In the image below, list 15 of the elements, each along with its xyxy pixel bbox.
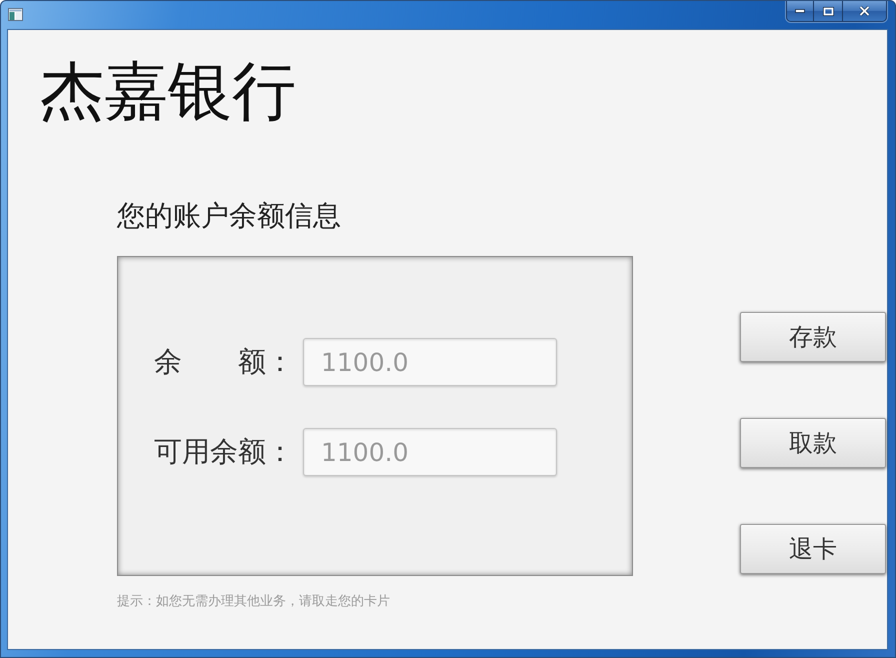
- field-label: 余 额：: [154, 344, 295, 380]
- action-button[interactable]: 存款: [740, 312, 886, 362]
- section-title: 您的账户余额信息: [117, 198, 341, 234]
- close-button[interactable]: [842, 1, 886, 21]
- bank-title: 杰嘉银行: [40, 54, 296, 130]
- hint-text: 提示：如您无需办理其他业务，请取走您的卡片: [117, 594, 390, 610]
- close-icon: [859, 6, 870, 16]
- action-button[interactable]: 取款: [740, 418, 886, 468]
- action-button[interactable]: 退卡: [740, 524, 886, 574]
- minimize-button[interactable]: [787, 1, 813, 21]
- maximize-button[interactable]: [813, 1, 842, 21]
- maximize-icon: [822, 6, 834, 16]
- minimize-icon: [795, 9, 805, 13]
- field-label: 可用余额：: [154, 434, 295, 470]
- window-icon: [8, 8, 23, 21]
